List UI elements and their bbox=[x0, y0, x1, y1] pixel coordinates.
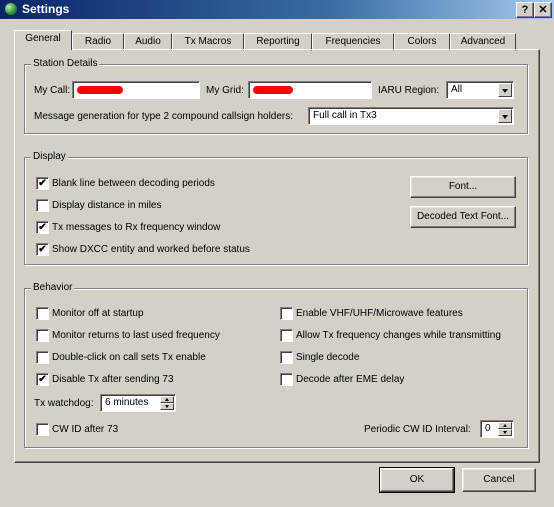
disable-tx-label: Disable Tx after sending 73 bbox=[52, 374, 174, 385]
disable-tx-checkbox[interactable]: ✔ bbox=[36, 373, 49, 386]
tab-general[interactable]: General bbox=[14, 30, 72, 50]
tx-watchdog-label: Tx watchdog: bbox=[34, 398, 94, 409]
title-bar: Settings ? ✕ bbox=[0, 0, 554, 19]
vhf-features-label: Enable VHF/UHF/Microwave features bbox=[296, 308, 463, 319]
msg-gen-label: Message generation for type 2 compound c… bbox=[34, 111, 294, 122]
my-grid-label: My Grid: bbox=[206, 85, 244, 96]
dxcc-checkbox[interactable]: ✔ bbox=[36, 243, 49, 256]
periodic-cwid-spinbox[interactable]: 0 bbox=[480, 420, 514, 438]
tx-watchdog-value: 6 minutes bbox=[105, 397, 149, 408]
monitor-returns-checkbox[interactable] bbox=[36, 329, 49, 342]
single-decode-checkbox[interactable] bbox=[280, 351, 293, 364]
close-button[interactable]: ✕ bbox=[534, 2, 552, 18]
tx-watchdog-spinbox[interactable]: 6 minutes bbox=[100, 394, 176, 412]
tx-to-rx-checkbox[interactable]: ✔ bbox=[36, 221, 49, 234]
help-button[interactable]: ? bbox=[516, 2, 534, 18]
spin-up-icon[interactable] bbox=[498, 422, 512, 429]
cwid-after-73-label: CW ID after 73 bbox=[52, 424, 119, 435]
iaru-region-label: IARU Region: bbox=[378, 85, 440, 96]
cancel-button[interactable]: Cancel bbox=[462, 468, 536, 492]
behavior-title: Behavior bbox=[31, 282, 75, 293]
decoded-text-font-button[interactable]: Decoded Text Font... bbox=[410, 206, 516, 228]
my-grid-input[interactable] bbox=[248, 81, 372, 99]
allow-tx-freq-label: Allow Tx frequency changes while transmi… bbox=[296, 330, 501, 341]
window-title: Settings bbox=[22, 2, 70, 16]
spin-up-icon[interactable] bbox=[160, 396, 174, 403]
allow-tx-freq-checkbox[interactable] bbox=[280, 329, 293, 342]
eme-delay-label: Decode after EME delay bbox=[296, 374, 405, 385]
redaction-mark bbox=[253, 86, 293, 94]
monitor-off-checkbox[interactable] bbox=[36, 307, 49, 320]
dxcc-label: Show DXCC entity and worked before statu… bbox=[52, 244, 250, 255]
my-call-label: My Call: bbox=[34, 85, 71, 96]
blank-line-label: Blank line between decoding periods bbox=[52, 178, 215, 189]
redaction-mark bbox=[77, 86, 123, 94]
ok-button[interactable]: OK bbox=[379, 467, 455, 493]
spin-down-icon[interactable] bbox=[498, 429, 512, 436]
msg-gen-value: Full call in Tx3 bbox=[313, 110, 377, 121]
vhf-features-checkbox[interactable] bbox=[280, 307, 293, 320]
periodic-cwid-value: 0 bbox=[485, 423, 491, 434]
distance-miles-label: Display distance in miles bbox=[52, 200, 162, 211]
msg-gen-select[interactable]: Full call in Tx3 bbox=[308, 107, 514, 125]
station-details-title: Station Details bbox=[31, 58, 100, 69]
my-call-input[interactable] bbox=[72, 81, 200, 99]
cwid-after-73-checkbox[interactable] bbox=[36, 423, 49, 436]
blank-line-checkbox[interactable]: ✔ bbox=[36, 177, 49, 190]
double-click-checkbox[interactable] bbox=[36, 351, 49, 364]
eme-delay-checkbox[interactable] bbox=[280, 373, 293, 386]
spin-down-icon[interactable] bbox=[160, 403, 174, 410]
chevron-down-icon[interactable] bbox=[498, 83, 512, 97]
periodic-cwid-label: Periodic CW ID Interval: bbox=[364, 424, 471, 435]
tx-to-rx-label: Tx messages to Rx frequency window bbox=[52, 222, 221, 233]
monitor-off-label: Monitor off at startup bbox=[52, 308, 144, 319]
display-title: Display bbox=[31, 151, 68, 162]
single-decode-label: Single decode bbox=[296, 352, 360, 363]
iaru-region-value: All bbox=[451, 84, 463, 95]
app-globe-icon bbox=[4, 2, 18, 16]
distance-miles-checkbox[interactable] bbox=[36, 199, 49, 212]
double-click-label: Double-click on call sets Tx enable bbox=[52, 352, 206, 363]
chevron-down-icon[interactable] bbox=[498, 109, 512, 123]
font-button[interactable]: Font... bbox=[410, 176, 516, 198]
monitor-returns-label: Monitor returns to last used frequency bbox=[52, 330, 220, 341]
iaru-region-select[interactable]: All bbox=[446, 81, 514, 99]
